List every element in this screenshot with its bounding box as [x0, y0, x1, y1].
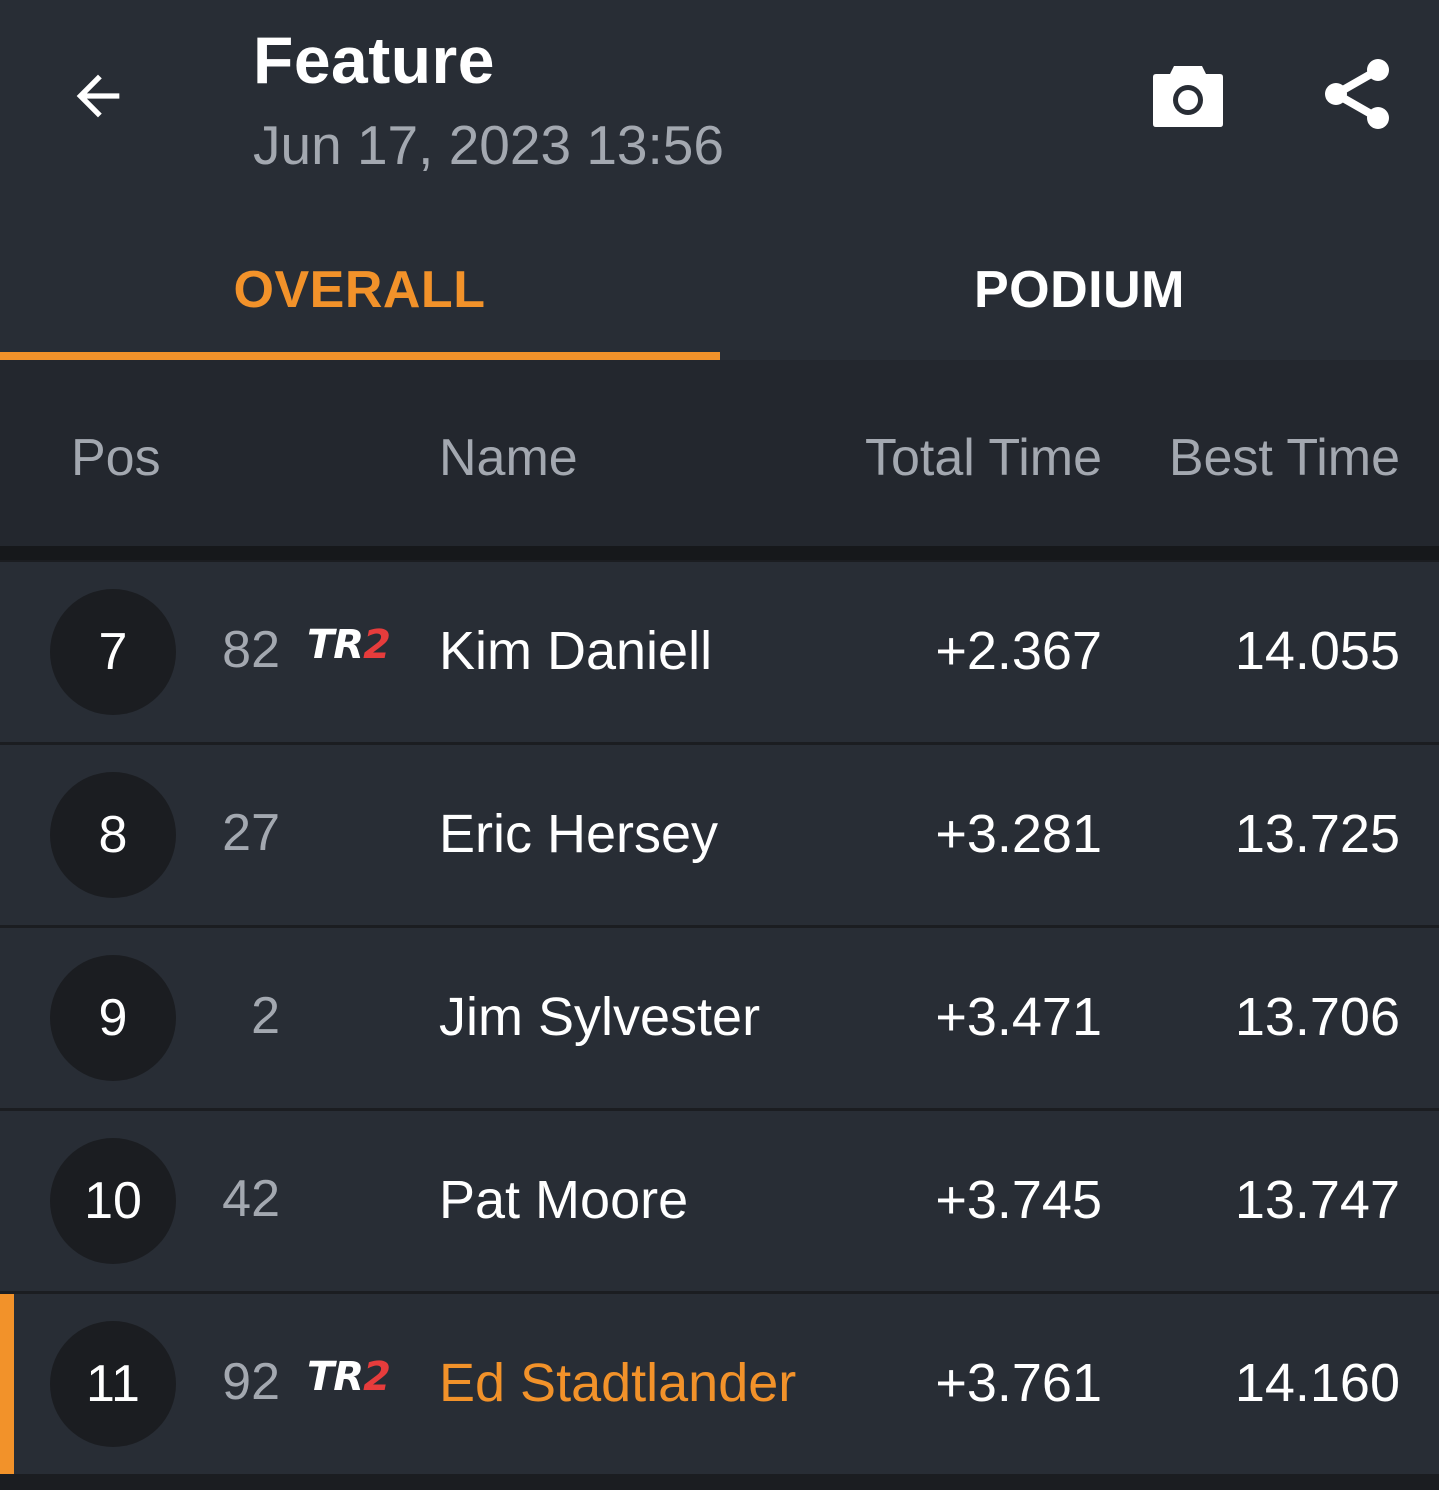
back-button[interactable] — [60, 58, 136, 134]
share-icon — [1325, 59, 1389, 129]
result-row[interactable]: 7 82 TR2 Kim Daniell +2.367 14.055 — [0, 562, 1439, 742]
page-title: Feature — [253, 23, 495, 97]
position-badge: 10 — [50, 1138, 176, 1264]
tab-podium[interactable]: PODIUM — [720, 220, 1439, 360]
car-number: 42 — [222, 1170, 280, 1228]
column-name: Name — [439, 429, 578, 487]
result-row[interactable]: 9 2 Jim Sylvester +3.471 13.706 — [0, 928, 1439, 1108]
app-bar: Feature Jun 17, 2023 13:56 OVERALL PODIU… — [0, 0, 1439, 360]
total-time: +3.471 — [935, 987, 1102, 1047]
driver-name: Kim Daniell — [439, 621, 713, 681]
column-total-time: Total Time — [865, 429, 1102, 487]
results-column-header: Pos Name Total Time Best Time — [0, 360, 1439, 546]
driver-name: Eric Hersey — [439, 804, 719, 864]
driver-name: Ed Stadtlander — [439, 1353, 797, 1413]
arrow-left-icon — [76, 74, 120, 118]
total-time: +3.745 — [935, 1170, 1102, 1230]
driver-name: Pat Moore — [439, 1170, 689, 1230]
result-row[interactable]: 8 27 Eric Hersey +3.281 13.725 — [0, 745, 1439, 925]
highlight-accent-bar — [0, 1294, 14, 1474]
best-time: 13.725 — [1234, 804, 1400, 864]
position-badge: 9 — [50, 955, 176, 1081]
best-time: 13.747 — [1234, 1170, 1400, 1230]
car-number: 82 — [222, 621, 280, 679]
column-pos: Pos — [71, 429, 161, 487]
active-tab-indicator — [0, 352, 720, 360]
total-time: +3.281 — [935, 804, 1102, 864]
total-time: +2.367 — [935, 621, 1102, 681]
result-row[interactable]: 10 42 Pat Moore +3.745 13.747 — [0, 1111, 1439, 1291]
screenshot-button[interactable] — [1148, 58, 1228, 132]
race-datetime: Jun 17, 2023 13:56 — [253, 114, 724, 176]
best-time: 14.055 — [1234, 621, 1400, 681]
car-number: 2 — [251, 987, 280, 1045]
race-results-screen: Feature Jun 17, 2023 13:56 OVERALL PODIU… — [0, 0, 1439, 1490]
column-best-time: Best Time — [1168, 429, 1400, 487]
position-badge: 11 — [50, 1321, 176, 1447]
share-button[interactable] — [1316, 54, 1396, 134]
result-row-highlighted[interactable]: 11 92 TR2 Ed Stadtlander +3.761 14.160 — [0, 1294, 1439, 1474]
total-time: +3.761 — [935, 1353, 1102, 1413]
tab-overall[interactable]: OVERALL — [0, 220, 719, 360]
tr2-logo: TR2 — [307, 1354, 391, 1400]
car-number: 92 — [222, 1353, 280, 1411]
header-divider — [0, 546, 1439, 560]
car-number: 27 — [222, 804, 280, 862]
camera-icon — [1153, 66, 1223, 127]
position-badge: 8 — [50, 772, 176, 898]
tr2-logo: TR2 — [307, 622, 391, 668]
driver-name: Jim Sylvester — [439, 987, 761, 1047]
best-time: 14.160 — [1234, 1353, 1400, 1413]
position-badge: 7 — [50, 589, 176, 715]
best-time: 13.706 — [1234, 987, 1400, 1047]
